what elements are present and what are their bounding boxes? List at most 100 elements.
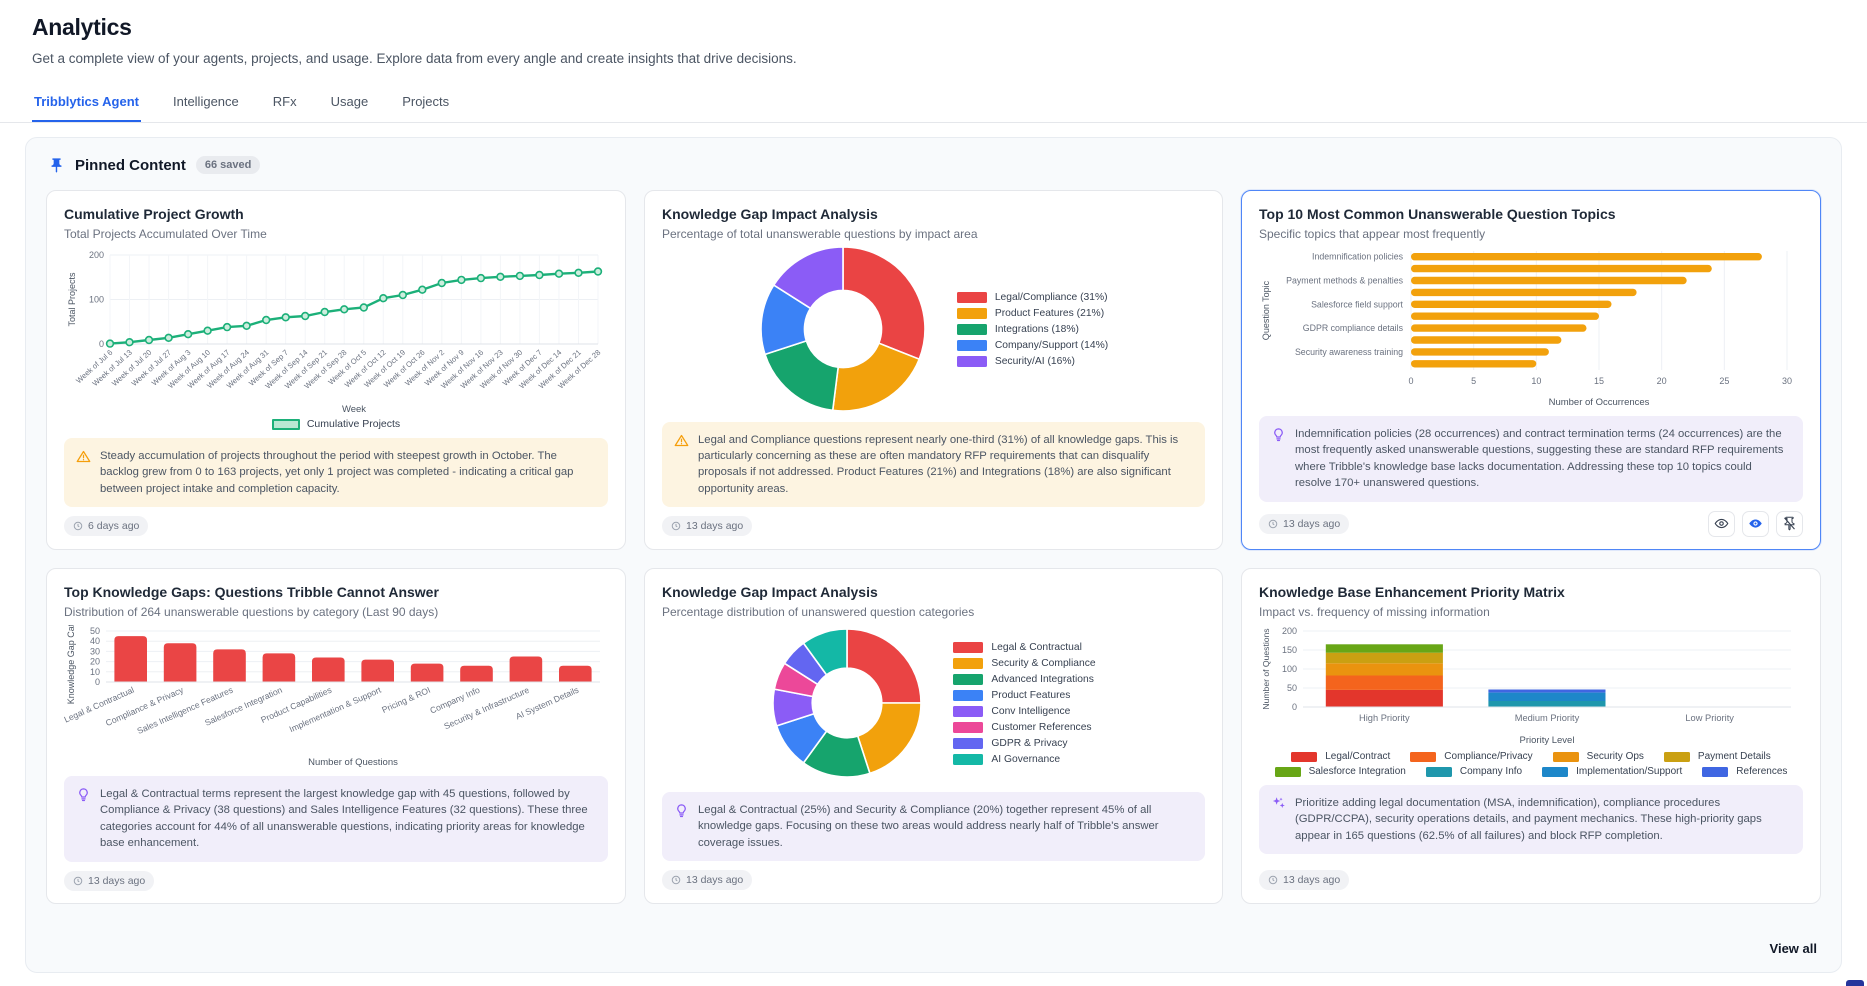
- legend-label: AI Governance: [991, 754, 1060, 765]
- card-title: Top 10 Most Common Unanswerable Question…: [1259, 206, 1803, 222]
- card-actions: [1708, 511, 1803, 537]
- chart-legend: Legal/Compliance (31%)Product Features (…: [957, 292, 1108, 367]
- saved-count-badge: 66 saved: [196, 156, 260, 174]
- pinned-content-title: Pinned Content: [75, 157, 186, 174]
- legend-label: GDPR & Privacy: [991, 738, 1067, 749]
- legend-swatch: [953, 658, 983, 669]
- svg-text:Number of Questions: Number of Questions: [308, 757, 398, 768]
- view-all-link[interactable]: View all: [1770, 941, 1817, 956]
- card-priority-matrix[interactable]: Knowledge Base Enhancement Priority Matr…: [1241, 568, 1821, 904]
- lightbulb-icon: [674, 803, 689, 818]
- legend-swatch: [957, 356, 987, 367]
- bar-chart: 01020304050Legal & ContractualCompliance…: [64, 625, 608, 768]
- svg-text:Implementation & Support: Implementation & Support: [288, 684, 383, 734]
- legend-label: Compliance/Privacy: [1444, 751, 1532, 762]
- lightbulb-icon: [76, 787, 91, 802]
- unpin-button[interactable]: [1776, 511, 1803, 537]
- svg-text:200: 200: [89, 250, 104, 260]
- svg-text:30: 30: [1782, 376, 1792, 386]
- legend-item: Product Features: [953, 690, 1095, 701]
- page-header: Analytics Get a complete view of your ag…: [0, 0, 1867, 66]
- card-subtitle: Impact vs. frequency of missing informat…: [1259, 605, 1803, 619]
- insight-box: Steady accumulation of projects througho…: [64, 438, 608, 507]
- legend-swatch: [953, 690, 983, 701]
- insight-text: Steady accumulation of projects througho…: [100, 448, 596, 497]
- legend-item: Salesforce Integration: [1275, 766, 1406, 777]
- insight-text: Indemnification policies (28 occurrences…: [1295, 426, 1791, 492]
- svg-text:30: 30: [90, 646, 100, 656]
- svg-text:50: 50: [1287, 683, 1297, 693]
- legend-swatch: [1291, 752, 1317, 762]
- legend-label: Salesforce Integration: [1309, 766, 1406, 777]
- insight-box: Indemnification policies (28 occurrences…: [1259, 416, 1803, 502]
- chart-legend: Cumulative Projects: [64, 418, 608, 430]
- legend-label: Company Info: [1460, 766, 1522, 777]
- svg-text:Question Topic: Question Topic: [1261, 280, 1271, 340]
- legend-item: Legal/Contract: [1291, 751, 1390, 762]
- legend-item: Security Ops: [1553, 751, 1644, 762]
- card-title: Knowledge Gap Impact Analysis: [662, 584, 1205, 600]
- card-top-10-unanswerable-topics[interactable]: Top 10 Most Common Unanswerable Question…: [1241, 190, 1821, 550]
- legend-swatch: [953, 674, 983, 685]
- page-title: Analytics: [32, 14, 1835, 41]
- card-title: Top Knowledge Gaps: Questions Tribble Ca…: [64, 584, 608, 600]
- card-top-knowledge-gaps[interactable]: Top Knowledge Gaps: Questions Tribble Ca…: [46, 568, 626, 904]
- svg-text:20: 20: [90, 657, 100, 667]
- blue-eye-button[interactable]: [1742, 511, 1769, 537]
- card-title: Knowledge Base Enhancement Priority Matr…: [1259, 584, 1803, 600]
- svg-text:20: 20: [1657, 376, 1667, 386]
- insight-text: Prioritize adding legal documentation (M…: [1295, 795, 1791, 844]
- legend-item: References: [1702, 766, 1787, 777]
- legend-label: Implementation/Support: [1576, 766, 1682, 777]
- unpin-icon: [1782, 516, 1797, 531]
- tab-tribblytics-agent[interactable]: Tribblytics Agent: [32, 86, 141, 122]
- svg-text:150: 150: [1282, 645, 1297, 655]
- warning-icon: [674, 433, 689, 448]
- legend-item: Integrations (18%): [957, 324, 1108, 335]
- svg-text:0: 0: [99, 339, 104, 349]
- legend-label: Payment Details: [1698, 751, 1771, 762]
- legend-item: Conv Intelligence: [953, 706, 1095, 717]
- lightbulb-icon: [1271, 427, 1286, 442]
- blue-eye-icon: [1748, 516, 1763, 531]
- legend-item: Company Info: [1426, 766, 1522, 777]
- svg-text:40: 40: [90, 636, 100, 646]
- donut-chart: [771, 627, 923, 779]
- legend-label: Security Ops: [1587, 751, 1644, 762]
- tab-usage[interactable]: Usage: [329, 86, 371, 122]
- pinned-content-panel: Pinned Content 66 saved Cumulative Proje…: [25, 137, 1842, 973]
- card-subtitle: Percentage distribution of unanswered qu…: [662, 605, 1205, 619]
- legend-swatch: [272, 419, 300, 430]
- legend-label: Advanced Integrations: [991, 674, 1093, 685]
- card-cumulative-project-growth[interactable]: Cumulative Project Growth Total Projects…: [46, 190, 626, 550]
- legend-swatch: [953, 642, 983, 653]
- legend-swatch: [1410, 752, 1436, 762]
- legend-label: Product Features: [991, 690, 1070, 701]
- svg-text:Pricing & ROI: Pricing & ROI: [380, 685, 432, 715]
- legend-item: Legal & Contractual: [953, 642, 1095, 653]
- legend-label: Legal & Contractual: [991, 642, 1081, 653]
- svg-text:100: 100: [1282, 664, 1297, 674]
- svg-text:Sales Intelligence Features: Sales Intelligence Features: [136, 685, 235, 736]
- legend-swatch: [953, 706, 983, 717]
- clock-icon: [671, 521, 681, 531]
- legend-label: Integrations (18%): [995, 324, 1079, 335]
- timestamp-badge: 13 days ago: [1259, 514, 1349, 534]
- legend-swatch: [1275, 767, 1301, 777]
- timestamp-badge: 13 days ago: [64, 871, 154, 891]
- tab-rfx[interactable]: RFx: [271, 86, 299, 122]
- line-chart: 0100200Week of Jul 6Week of Jul 13Week o…: [64, 247, 608, 416]
- card-knowledge-gap-impact-2[interactable]: Knowledge Gap Impact Analysis Percentage…: [644, 568, 1223, 904]
- pinned-cards-grid: Cumulative Project Growth Total Projects…: [26, 188, 1841, 904]
- svg-text:Salesforce field support: Salesforce field support: [1311, 299, 1403, 309]
- svg-text:5: 5: [1471, 376, 1476, 386]
- tab-projects[interactable]: Projects: [400, 86, 451, 122]
- tab-intelligence[interactable]: Intelligence: [171, 86, 241, 122]
- svg-text:GDPR compliance details: GDPR compliance details: [1303, 323, 1404, 333]
- card-knowledge-gap-impact-1[interactable]: Knowledge Gap Impact Analysis Percentage…: [644, 190, 1223, 550]
- legend-label: Conv Intelligence: [991, 706, 1070, 717]
- view-button[interactable]: [1708, 511, 1735, 537]
- clock-icon: [73, 521, 83, 531]
- clock-icon: [1268, 519, 1278, 529]
- svg-text:Medium Priority: Medium Priority: [1515, 713, 1580, 723]
